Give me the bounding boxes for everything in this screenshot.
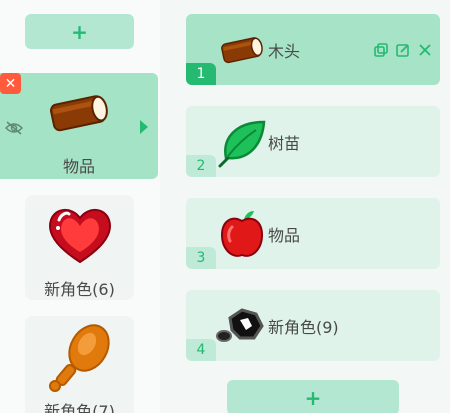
log-icon	[0, 73, 158, 153]
costume-label: 树苗	[268, 134, 301, 153]
sprite-card[interactable]: 新角色(6)	[25, 195, 134, 300]
costume-label: 木头	[268, 42, 301, 61]
apple-icon	[214, 206, 270, 262]
drumstick-icon	[25, 316, 134, 396]
costume-number: 3	[186, 247, 216, 269]
hidden-eye-icon[interactable]	[4, 120, 24, 139]
duplicate-icon[interactable]	[374, 42, 388, 61]
costume-label: 物品	[268, 226, 301, 245]
sprite-name: 物品	[62, 157, 95, 176]
delete-sprite-button[interactable]: ✕	[0, 73, 21, 94]
costume-list: 木头 1 树苗 2 物品 3 新角色(9) 4 +	[160, 0, 450, 413]
costume-number: 2	[186, 155, 216, 177]
costume-item[interactable]: 树苗 2	[186, 106, 440, 177]
costume-item[interactable]: 物品 3	[186, 198, 440, 269]
add-sprite-button[interactable]: +	[25, 14, 134, 49]
expand-arrow-icon[interactable]	[139, 119, 149, 139]
costume-item[interactable]: 新角色(9) 4	[186, 290, 440, 361]
costume-tools	[374, 42, 432, 61]
edit-icon[interactable]	[396, 42, 410, 61]
sprite-name: 新角色(7)	[44, 402, 115, 413]
add-costume-button[interactable]: +	[227, 380, 399, 413]
heart-icon	[25, 195, 134, 275]
leaf-icon	[214, 114, 270, 170]
sprite-name: 新角色(6)	[44, 280, 115, 299]
costume-number: 1	[186, 63, 216, 85]
sprite-card[interactable]: 新角色(7)	[25, 316, 134, 413]
costume-number: 4	[186, 339, 216, 361]
sprite-card-selected[interactable]: 物品	[0, 73, 158, 179]
charcoal-icon	[214, 298, 270, 354]
sprite-list: + 物品 ✕ 新角色(6) 新角色(7)	[0, 0, 160, 413]
close-icon[interactable]	[418, 42, 432, 61]
costume-label: 新角色(9)	[268, 318, 339, 337]
log-icon	[214, 22, 270, 78]
costume-item-selected[interactable]: 木头 1	[186, 14, 440, 85]
